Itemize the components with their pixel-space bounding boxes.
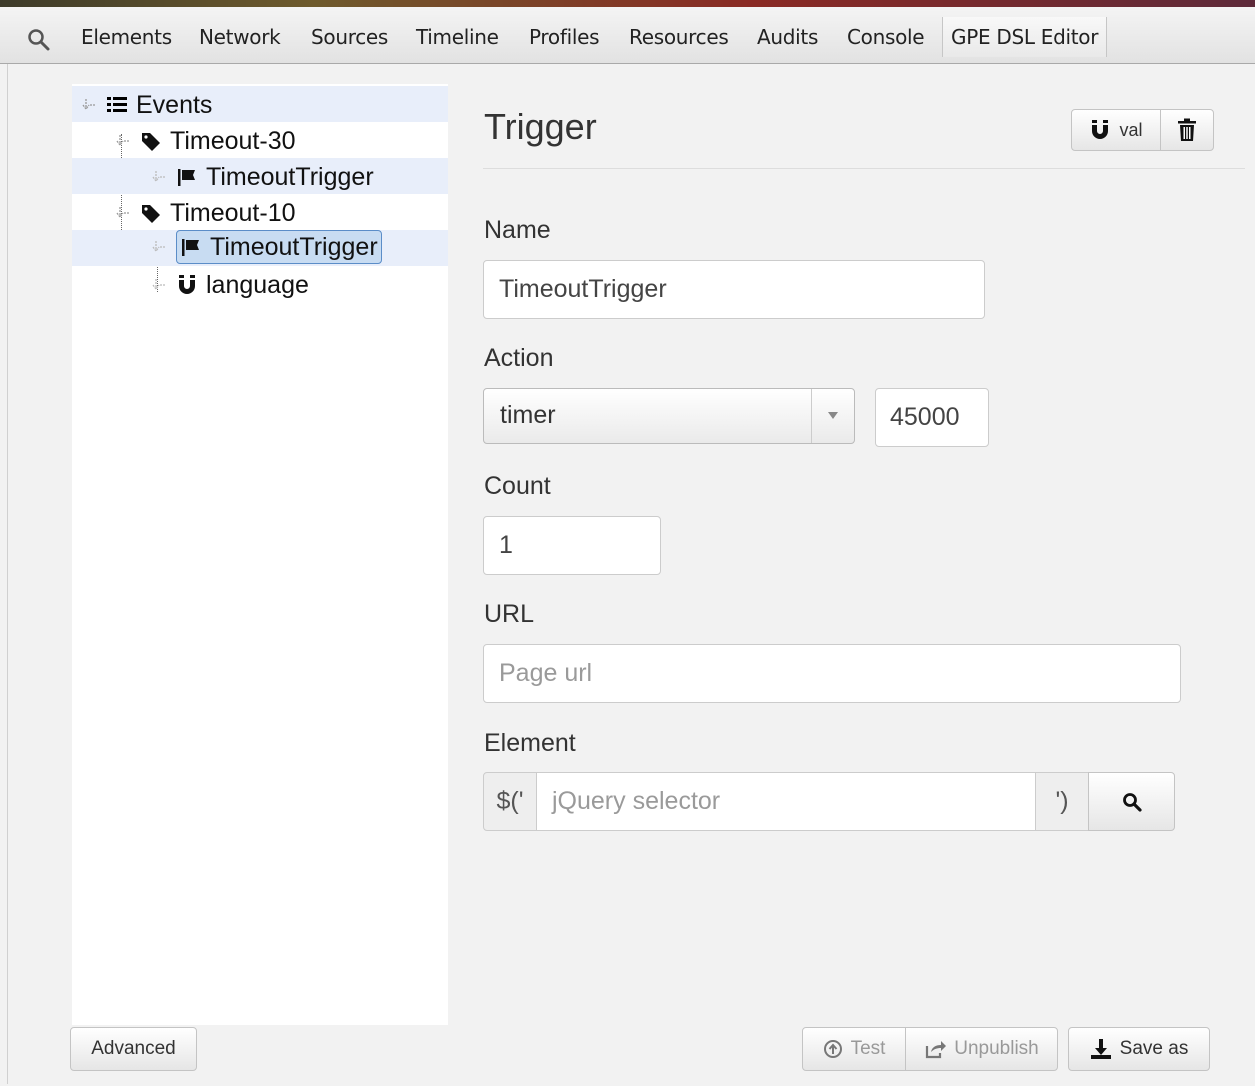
tree-node-timeout-30[interactable]: Timeout-30	[72, 122, 448, 158]
tab-timeline[interactable]: Timeline	[416, 25, 499, 49]
list-icon	[107, 97, 127, 112]
save-as-label: Save as	[1119, 1038, 1189, 1059]
selected-node-highlight[interactable]: TimeoutTrigger	[176, 230, 382, 264]
tree-node-timeouttrigger-selected[interactable]: TimeoutTrigger	[72, 230, 448, 266]
val-label: val	[1119, 119, 1143, 140]
tree-expander-icon[interactable]	[82, 97, 98, 113]
action-select-value: timer	[500, 401, 556, 429]
trash-icon	[1178, 118, 1196, 141]
event-tree: Events Timeout-30 TimeoutTrigger Timeout…	[72, 84, 448, 1025]
test-button[interactable]: Test	[802, 1027, 906, 1071]
share-icon	[926, 1041, 947, 1059]
magnet-icon	[1092, 120, 1109, 139]
devtools-tabbar: Elements Network Sources Timeline Profil…	[0, 7, 1255, 64]
val-button[interactable]: val	[1071, 109, 1161, 151]
download-icon	[1090, 1039, 1111, 1059]
tree-expander-icon[interactable]	[152, 239, 168, 255]
unpublish-label: Unpublish	[954, 1038, 1039, 1059]
tab-gpe-dsl-editor[interactable]: GPE DSL Editor	[942, 17, 1108, 57]
circle-arrow-up-icon	[823, 1040, 842, 1058]
tab-network[interactable]: Network	[199, 25, 281, 49]
url-label: URL	[484, 600, 535, 628]
unpublish-button[interactable]: Unpublish	[905, 1027, 1058, 1071]
name-label: Name	[484, 216, 551, 244]
tree-node-label: Timeout-30	[170, 126, 296, 155]
select-arrow[interactable]	[811, 389, 854, 443]
caret-down-icon	[828, 412, 838, 419]
tab-audits[interactable]: Audits	[757, 25, 818, 49]
element-selector-input[interactable]: jQuery selector	[536, 772, 1036, 831]
tag-icon	[142, 133, 160, 151]
tab-profiles[interactable]: Profiles	[529, 25, 600, 49]
header-divider	[483, 168, 1245, 169]
tree-node-label: language	[206, 270, 309, 299]
selector-suffix: ')	[1035, 772, 1089, 831]
tab-elements[interactable]: Elements	[81, 25, 172, 49]
flag-icon	[182, 239, 199, 256]
action-param-input[interactable]: 45000	[875, 388, 989, 447]
page-title: Trigger	[484, 106, 597, 147]
name-input[interactable]: TimeoutTrigger	[483, 260, 985, 319]
tab-console[interactable]: Console	[847, 25, 925, 49]
tab-resources[interactable]: Resources	[629, 25, 729, 49]
tag-icon	[142, 205, 160, 223]
action-label: Action	[484, 344, 554, 372]
selector-prefix: $('	[483, 772, 537, 831]
search-icon	[1122, 792, 1142, 812]
count-input[interactable]: 1	[483, 516, 661, 575]
test-label: Test	[850, 1038, 886, 1059]
tree-expander-icon[interactable]	[152, 277, 168, 293]
tree-node-timeouttrigger[interactable]: TimeoutTrigger	[72, 158, 448, 194]
tree-node-timeout-10[interactable]: Timeout-10	[72, 194, 448, 230]
tree-node-label: TimeoutTrigger	[210, 232, 378, 261]
element-label: Element	[484, 729, 576, 757]
tree-node-label: Timeout-10	[170, 198, 296, 227]
url-input[interactable]: Page url	[483, 644, 1181, 703]
window-top-strip	[0, 0, 1255, 7]
delete-button[interactable]	[1160, 109, 1214, 151]
save-as-button[interactable]: Save as	[1068, 1027, 1210, 1071]
search-icon[interactable]	[26, 27, 52, 53]
flag-icon	[178, 169, 195, 186]
tree-node-language[interactable]: language	[72, 266, 448, 302]
tree-node-events[interactable]: Events	[72, 86, 448, 122]
tree-expander-icon[interactable]	[116, 133, 132, 149]
count-label: Count	[484, 472, 551, 500]
tree-expander-icon[interactable]	[116, 205, 132, 221]
tab-sources[interactable]: Sources	[311, 25, 388, 49]
tree-expander-icon[interactable]	[152, 169, 168, 185]
advanced-button[interactable]: Advanced	[70, 1027, 197, 1071]
element-search-button[interactable]	[1088, 772, 1175, 831]
tree-node-label: Events	[136, 90, 213, 119]
magnet-icon	[179, 275, 195, 294]
tree-node-label: TimeoutTrigger	[206, 162, 374, 191]
action-select[interactable]: timer	[483, 388, 855, 444]
